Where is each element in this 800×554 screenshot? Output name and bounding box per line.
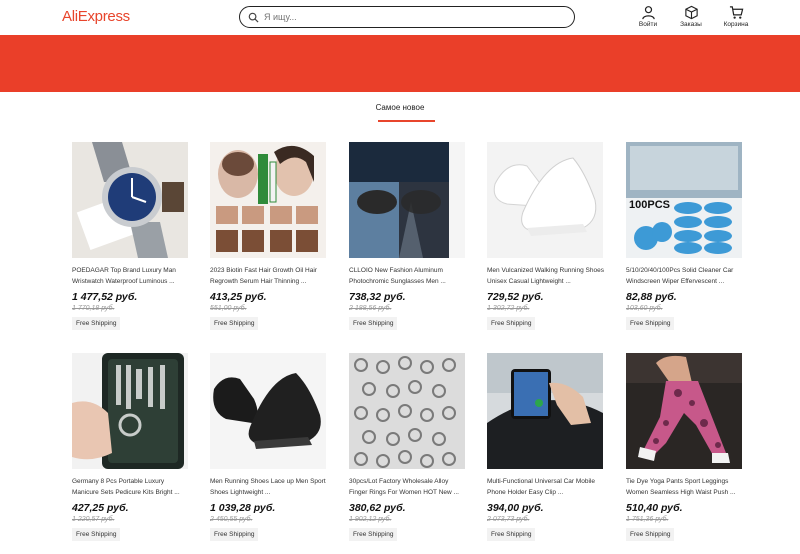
product-price: 729,52 руб. [487, 291, 544, 303]
product-card[interactable]: Germany 8 Pcs Portable Luxury Manicure S… [72, 353, 190, 541]
active-tab-underline [378, 120, 435, 122]
product-card[interactable]: Multi-Functional Universal Car Mobile Ph… [487, 353, 605, 541]
cart-icon [729, 6, 743, 19]
product-price: 380,62 руб. [349, 502, 406, 514]
login-label: Войти [638, 21, 658, 28]
aliexpress-logo[interactable]: AliExpress [62, 8, 130, 25]
product-card[interactable]: CLLOIO New Fashion Aluminum Photochromic… [349, 142, 467, 330]
cart-button[interactable]: Корзина [716, 5, 756, 28]
product-old-price: 1 302,72 руб. [487, 305, 530, 312]
product-price: 738,32 руб. [349, 291, 406, 303]
search-icon [248, 12, 259, 23]
product-old-price: 2 450,55 руб. [210, 516, 253, 523]
product-image-hair-serum[interactable] [210, 142, 326, 258]
product-price: 82,88 руб. [626, 291, 677, 303]
free-shipping-badge: Free Shipping [210, 528, 259, 541]
orders-button[interactable]: Заказы [671, 5, 711, 28]
product-image-leggings[interactable] [626, 353, 742, 469]
product-title[interactable]: 2023 Biotin Fast Hair Growth Oil Hair Re… [210, 265, 328, 287]
free-shipping-badge: Free Shipping [626, 528, 675, 541]
product-price: 510,40 руб. [626, 502, 683, 514]
product-price: 1 477,52 руб. [72, 291, 138, 303]
product-price: 394,00 руб. [487, 502, 544, 514]
product-image-rings[interactable] [349, 353, 465, 469]
product-old-price: 1 220,57 руб. [72, 516, 115, 523]
product-title[interactable]: POEDAGAR Top Brand Luxury Man Wristwatch… [72, 265, 190, 287]
free-shipping-badge: Free Shipping [487, 317, 536, 330]
product-card[interactable]: Men Running Shoes Lace up Men Sport Shoe… [210, 353, 328, 541]
product-title[interactable]: Men Vulcanized Walking Running Shoes Uni… [487, 265, 605, 287]
product-old-price: 551,00 руб. [210, 305, 247, 312]
search-input[interactable] [264, 12, 564, 22]
product-old-price: 1 751,36 руб. [626, 516, 669, 523]
free-shipping-badge: Free Shipping [487, 528, 536, 541]
product-image-manicure-set[interactable] [72, 353, 188, 469]
product-price: 1 039,28 руб. [210, 502, 276, 514]
header: AliExpress Войти Заказы Корзина [0, 0, 800, 35]
product-card[interactable]: Men Vulcanized Walking Running Shoes Uni… [487, 142, 605, 330]
product-image-white-sneakers[interactable] [487, 142, 603, 258]
product-old-price: 103,60 руб. [626, 305, 663, 312]
free-shipping-badge: Free Shipping [72, 317, 121, 330]
box-icon [684, 5, 698, 20]
product-image-sunglasses[interactable] [349, 142, 465, 258]
svg-text:100PCS: 100PCS [629, 199, 670, 211]
free-shipping-badge: Free Shipping [210, 317, 259, 330]
product-image-black-sneakers[interactable] [210, 353, 326, 469]
product-image-watch[interactable] [72, 142, 188, 258]
search-bar[interactable] [239, 6, 575, 28]
free-shipping-badge: Free Shipping [349, 317, 398, 330]
free-shipping-badge: Free Shipping [626, 317, 675, 330]
product-image-cleaner-tablets[interactable]: 100PCS [626, 142, 742, 258]
product-image-phone-holder[interactable] [487, 353, 603, 469]
section-tab-newest[interactable]: Самое новое [0, 103, 800, 112]
product-old-price: 1 770,18 руб. [72, 305, 115, 312]
product-card[interactable]: POEDAGAR Top Brand Luxury Man Wristwatch… [72, 142, 190, 330]
product-card[interactable]: 30pcs/Lot Factory Wholesale Alloy Finger… [349, 353, 467, 541]
product-title[interactable]: Multi-Functional Universal Car Mobile Ph… [487, 476, 605, 498]
product-title[interactable]: Germany 8 Pcs Portable Luxury Manicure S… [72, 476, 190, 498]
product-old-price: 2 188,56 руб. [349, 305, 392, 312]
product-card[interactable]: 2023 Biotin Fast Hair Growth Oil Hair Re… [210, 142, 328, 330]
product-title[interactable]: 30pcs/Lot Factory Wholesale Alloy Finger… [349, 476, 467, 498]
product-price: 427,25 руб. [72, 502, 129, 514]
product-title[interactable]: Men Running Shoes Lace up Men Sport Shoe… [210, 476, 328, 498]
product-card[interactable]: Tie Dye Yoga Pants Sport Leggings Women … [626, 353, 744, 541]
product-title[interactable]: Tie Dye Yoga Pants Sport Leggings Women … [626, 476, 744, 498]
cart-label: Корзина [723, 21, 749, 28]
user-icon [641, 6, 655, 20]
product-title[interactable]: CLLOIO New Fashion Aluminum Photochromic… [349, 265, 467, 287]
product-title[interactable]: 5/10/20/40/100Pcs Solid Cleaner Car Wind… [626, 265, 744, 287]
free-shipping-badge: Free Shipping [349, 528, 398, 541]
product-old-price: 2 073,73 руб. [487, 516, 530, 523]
orders-label: Заказы [680, 21, 702, 28]
free-shipping-badge: Free Shipping [72, 528, 121, 541]
product-price: 413,25 руб. [210, 291, 267, 303]
product-old-price: 1 902,12 руб. [349, 516, 392, 523]
login-button[interactable]: Войти [628, 5, 668, 28]
promo-banner[interactable] [0, 35, 800, 92]
product-card[interactable]: 100PCS 5/10/20/40/100Pcs Solid Cleaner C… [626, 142, 744, 330]
